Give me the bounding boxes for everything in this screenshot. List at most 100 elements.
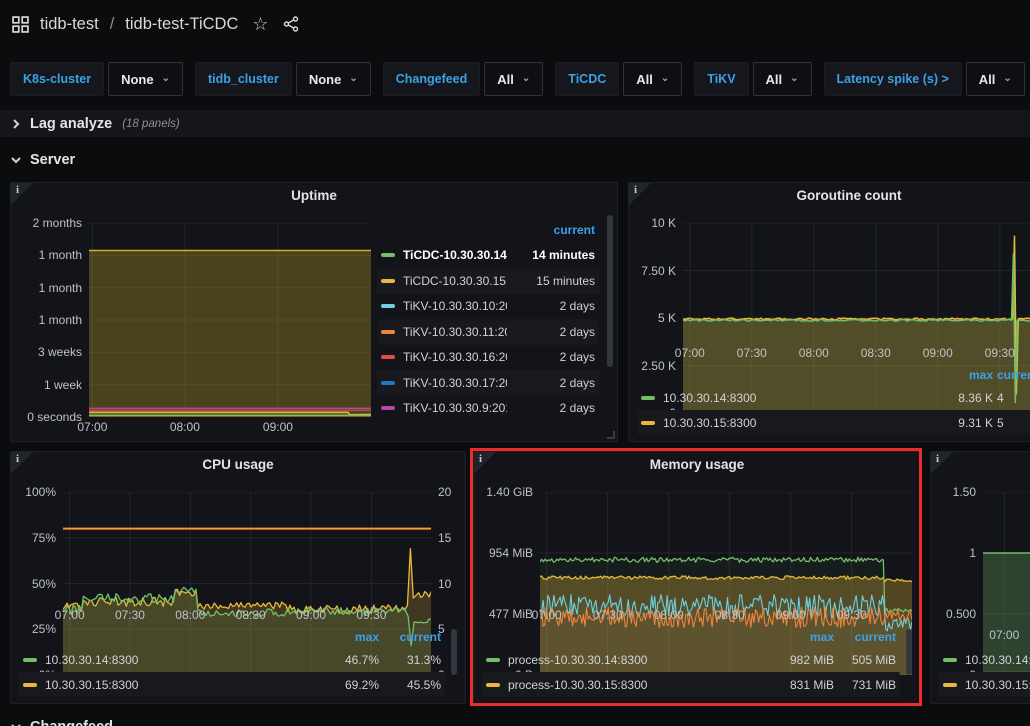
panel-title[interactable]: Uptime — [11, 183, 617, 209]
legend-row: process-10.30.30.14:8300982 MiB505 MiB — [482, 647, 900, 672]
legend-value: 14 minutes — [507, 248, 595, 262]
legend-scrollbar[interactable] — [906, 629, 912, 675]
legend-series-name[interactable]: 10.30.30.15:8300 — [663, 416, 931, 430]
chevron-down-icon: ⌄ — [349, 73, 357, 84]
legend-scrollbar[interactable] — [607, 215, 613, 367]
panel-info-icon[interactable]: i — [11, 183, 33, 205]
share-icon[interactable] — [283, 16, 299, 32]
legend-series-name[interactable]: 10.30.30.14:8300 — [45, 653, 317, 667]
breadcrumb-separator: / — [108, 15, 117, 34]
dashboards-grid-icon[interactable] — [12, 16, 29, 33]
legend-series-name[interactable]: process-10.30.30.15:8300 — [508, 678, 772, 692]
legend-series-name[interactable]: 10.30.30.15:8300 — [965, 678, 1030, 692]
y-tick-label: 1 month — [39, 281, 82, 295]
y-tick-label: 1 month — [39, 248, 82, 262]
row-changefeed[interactable]: Changefeed — [0, 713, 1030, 726]
legend-row: TiKV-10.30.30.17:201802 days — [377, 370, 599, 396]
legend-header: current — [377, 217, 599, 243]
legend-series-name[interactable]: 10.30.30.15:8300 — [45, 678, 317, 692]
variable-label-changefeed[interactable]: Changefeed — [383, 62, 481, 96]
legend-series-name[interactable]: TiCDC-10.30.30.15:8300 — [403, 274, 507, 288]
y-axis: 1.5010.5000 — [939, 492, 983, 625]
variable-label-latency-spike-s[interactable]: Latency spike (s) > — [824, 62, 962, 96]
panel-info-icon[interactable]: i — [931, 452, 953, 474]
y-tick-label: 1 month — [39, 313, 82, 327]
x-axis: 07:0007:3008:0008:3009:0009:30 — [63, 605, 431, 623]
legend-value: 31.3% — [379, 653, 441, 667]
legend-series-name[interactable]: process-10.30.30.14:8300 — [508, 653, 772, 667]
legend-row: 10.30.30.15:8300 — [939, 672, 1030, 697]
legend-series-name[interactable]: TiKV-10.30.30.17:20180 — [403, 376, 507, 390]
cpu-chart-plot[interactable] — [63, 492, 431, 605]
selected-value: None — [121, 72, 154, 87]
legend-value: 46.7% — [317, 653, 379, 667]
legend-value: 2 days — [507, 325, 595, 339]
breadcrumb-folder[interactable]: tidb-test — [40, 15, 99, 34]
x-tick-label: 08:00 — [799, 346, 829, 360]
panel-title[interactable]: CPU usage — [11, 452, 465, 478]
chevron-down-icon — [10, 154, 22, 166]
legend-series-name[interactable]: TiKV-10.30.30.9:20180 — [403, 401, 507, 415]
row-server[interactable]: Server — [0, 146, 1030, 173]
legend-row: TiKV-10.30.30.9:201802 days — [377, 396, 599, 422]
panel-info-icon[interactable]: i — [474, 452, 496, 474]
x-tick-label: 07:00 — [989, 628, 1019, 642]
variable-label-k8s-cluster[interactable]: K8s-cluster — [10, 62, 104, 96]
breadcrumb-dashboard[interactable]: tidb-test-TiCDC — [125, 15, 238, 34]
x-tick-label: 09:00 — [923, 346, 953, 360]
x-tick-label: 08:00 — [170, 420, 200, 434]
x-tick-label: 09:00 — [263, 420, 293, 434]
memory-chart-plot[interactable] — [540, 492, 912, 605]
legend-column-max[interactable]: max — [931, 368, 993, 382]
legend-series-name[interactable]: 10.30.30.14:8300 — [663, 391, 931, 405]
y-tick-label: 2 months — [33, 216, 82, 230]
variable-label-tidb-cluster[interactable]: tidb_cluster — [195, 62, 292, 96]
panel-title[interactable]: Memory usage — [474, 452, 920, 478]
star-icon[interactable]: ☆ — [252, 14, 268, 35]
dashboard-variables-bar: K8s-clusterNone⌄tidb_clusterNone⌄Changef… — [10, 62, 1030, 96]
goroutine-chart-plot[interactable] — [683, 223, 1030, 343]
variable-value-changefeed[interactable]: All⌄ — [484, 62, 543, 96]
x-tick-label: 07:00 — [532, 608, 562, 622]
series-color-dash — [486, 683, 500, 687]
variable-value-tidb-cluster[interactable]: None⌄ — [296, 62, 371, 96]
y-tick-label: 477 MiB — [489, 607, 533, 621]
legend-series-name[interactable]: 10.30.30.14:8300 — [965, 653, 1030, 667]
legend-row: 10.30.30.15:83009.31 K5 — [637, 410, 1030, 435]
y-tick-label-right: 15 — [438, 531, 451, 545]
variable-label-tikv[interactable]: TiKV — [694, 62, 748, 96]
y-tick-label: 7.50 K — [641, 264, 676, 278]
legend-column-max[interactable]: max — [317, 630, 379, 644]
row-lag-analyze[interactable]: Lag analyze (18 panels) — [0, 110, 1030, 137]
legend-series-name[interactable]: TiKV-10.30.30.16:20180 — [403, 350, 507, 364]
legend-column-max[interactable]: max — [772, 630, 834, 644]
panel-title[interactable]: Goroutine count — [629, 183, 1030, 209]
legend-column-current[interactable]: current — [507, 223, 595, 237]
variable-ticdc: TiCDCAll⌄ — [555, 62, 682, 96]
panel-resize-handle[interactable] — [607, 431, 615, 439]
legend-row: 10.30.30.14:83008.36 K4 — [637, 385, 1030, 410]
panel-info-icon[interactable]: i — [629, 183, 651, 205]
variable-label-ticdc[interactable]: TiCDC — [555, 62, 619, 96]
legend-column-current[interactable]: current — [379, 630, 441, 644]
row-title: Changefeed — [30, 719, 113, 726]
grafana-dashboard: tidb-test / tidb-test-TiCDC ☆ K8s-cluste… — [0, 0, 1030, 726]
legend-column-current[interactable]: current — [834, 630, 896, 644]
series-color-dash — [381, 381, 395, 385]
uptime-chart-plot[interactable] — [89, 223, 371, 417]
variable-value-k8s-cluster[interactable]: None⌄ — [108, 62, 183, 96]
legend-series-name[interactable]: TiKV-10.30.30.10:20180 — [403, 299, 507, 313]
partial-chart-plot[interactable] — [983, 492, 1030, 625]
variable-value-latency-spike-s[interactable]: All⌄ — [966, 62, 1025, 96]
variable-value-tikv[interactable]: All⌄ — [753, 62, 812, 96]
legend-series-name[interactable]: TiKV-10.30.30.11:20180 — [403, 325, 507, 339]
y-axis-right: 20151050 — [431, 492, 457, 605]
variable-value-ticdc[interactable]: All⌄ — [623, 62, 682, 96]
panel-info-icon[interactable]: i — [11, 452, 33, 474]
x-tick-label: 08:00 — [654, 608, 684, 622]
series-color-dash — [943, 658, 957, 662]
legend-column-current[interactable]: current — [993, 368, 1030, 382]
legend-value: 2 days — [507, 299, 595, 313]
legend-scrollbar[interactable] — [451, 629, 457, 675]
legend-series-name[interactable]: TiCDC-10.30.30.14:8300 — [403, 248, 507, 262]
